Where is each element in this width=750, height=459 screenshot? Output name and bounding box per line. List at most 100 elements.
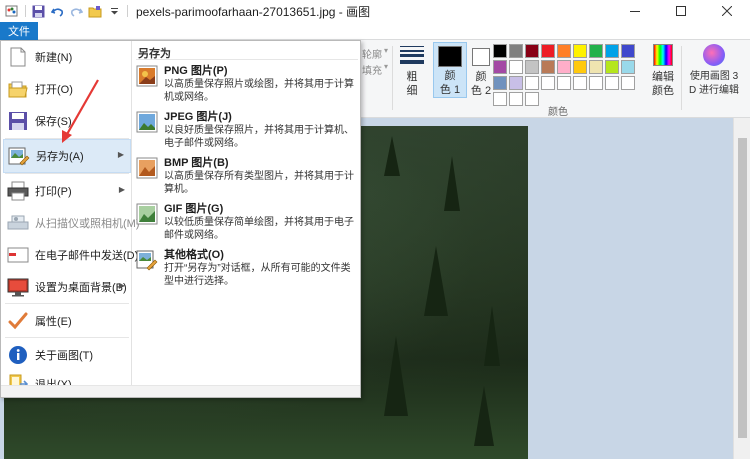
qat-separator — [25, 5, 26, 17]
save-as-jpeg-option[interactable]: JPEG 图片(J) 以良好质量保存照片，并将其用于计算机、电子邮件或网络。 — [134, 109, 356, 152]
printer-icon — [7, 180, 29, 202]
palette-swatch[interactable] — [541, 76, 555, 90]
palette-swatch[interactable] — [621, 60, 635, 74]
paint3d-button[interactable]: 使用画图 3 D 进行编辑 — [684, 44, 744, 98]
tree-shape — [424, 246, 448, 316]
undo-icon[interactable] — [49, 3, 65, 19]
fill-dropdown-icon[interactable]: ▾ — [384, 62, 388, 71]
palette-swatch[interactable] — [589, 44, 603, 58]
menu-item-properties[interactable]: 属性(E) — [3, 305, 131, 337]
palette-swatch[interactable] — [525, 76, 539, 90]
save-as-other-formats-option[interactable]: 其他格式(O) 打开“另存为”对话框，从所有可能的文件类型中进行选择。 — [134, 247, 356, 290]
open-folder-icon — [7, 78, 29, 100]
menu-item-save[interactable]: 保存(S) — [3, 105, 131, 137]
palette-swatch[interactable] — [573, 44, 587, 58]
option-description: 以较低质量保存简单绘图，并将其用于电子邮件或网络。 — [164, 217, 354, 241]
desktop-background-icon — [7, 276, 29, 298]
tree-shape — [484, 306, 500, 366]
fill-label[interactable]: 填充 — [362, 62, 382, 77]
option-description: 以高质量保存所有类型图片，并将其用于计算机。 — [164, 171, 354, 195]
redo-icon[interactable] — [68, 3, 84, 19]
menu-item-print[interactable]: 打印(P) ▶ — [3, 175, 131, 207]
palette-swatch[interactable] — [589, 76, 603, 90]
palette-swatch[interactable] — [557, 44, 571, 58]
rainbow-palette-icon — [653, 44, 673, 66]
palette-swatch[interactable] — [621, 76, 635, 90]
save-as-gif-option[interactable]: GIF 图片(G) 以较低质量保存简单绘图，并将其用于电子邮件或网络。 — [134, 201, 356, 244]
menu-item-send-email[interactable]: 在电子邮件中发送(D) — [3, 239, 138, 271]
header-separator — [136, 59, 358, 60]
palette-swatch[interactable] — [541, 60, 555, 74]
gif-file-icon — [136, 203, 158, 225]
chevron-down-icon[interactable] — [106, 3, 122, 19]
tree-shape — [384, 336, 408, 416]
option-description: 以高质量保存照片或绘图，并将其用于计算机或网络。 — [164, 79, 354, 103]
palette-swatch[interactable] — [541, 44, 555, 58]
palette-swatch[interactable] — [557, 76, 571, 90]
palette-swatch[interactable] — [525, 92, 539, 106]
outline-label[interactable]: 轮廓 — [362, 46, 382, 61]
qat-separator — [127, 5, 128, 17]
palette-swatch[interactable] — [605, 76, 619, 90]
outline-dropdown-icon[interactable]: ▾ — [384, 46, 388, 55]
save-icon[interactable] — [30, 3, 46, 19]
palette-swatch[interactable] — [493, 44, 507, 58]
quick-access-toolbar — [0, 0, 132, 22]
menu-item-set-desktop-background[interactable]: 设置为桌面背景(B) ▶ — [3, 271, 131, 303]
color1-button[interactable]: 颜 色 1 — [433, 42, 467, 98]
menu-item-label: 设置为桌面背景(B) — [35, 282, 127, 294]
paint3d-label: 使用画图 3 D 进行编辑 — [689, 71, 739, 96]
palette-swatch[interactable] — [509, 44, 523, 58]
maximize-button[interactable] — [658, 0, 704, 22]
vertical-scrollbar[interactable] — [733, 118, 750, 459]
palette-swatch[interactable] — [605, 44, 619, 58]
color2-label: 颜 色 2 — [470, 71, 492, 97]
palette-swatch[interactable] — [509, 60, 523, 74]
palette-swatch[interactable] — [557, 60, 571, 74]
save-as-png-option[interactable]: PNG 图片(P) 以高质量保存照片或绘图，并将其用于计算机或网络。 — [134, 63, 356, 106]
palette-swatch[interactable] — [509, 92, 523, 106]
menu-item-save-as[interactable]: 另存为(A) ▶ — [3, 139, 131, 173]
paint-app-icon[interactable] — [4, 3, 20, 19]
thickness-icon — [400, 44, 424, 66]
menu-item-about[interactable]: 关于画图(T) — [3, 339, 131, 371]
palette-swatch[interactable] — [493, 92, 507, 106]
png-file-icon — [136, 65, 158, 87]
edit-colors-label: 编辑 颜色 — [652, 71, 674, 97]
palette-swatch[interactable] — [621, 44, 635, 58]
palette-swatch[interactable] — [589, 60, 603, 74]
palette-swatch[interactable] — [573, 76, 587, 90]
jpeg-file-icon — [136, 111, 158, 133]
palette-swatch[interactable] — [493, 60, 507, 74]
palette-swatch[interactable] — [605, 60, 619, 74]
palette-swatch[interactable] — [509, 76, 523, 90]
close-button[interactable] — [704, 0, 750, 22]
scrollbar-thumb[interactable] — [738, 138, 747, 438]
palette-swatch[interactable] — [493, 76, 507, 90]
palette-swatch[interactable] — [525, 60, 539, 74]
minimize-button[interactable] — [612, 0, 658, 22]
file-tab[interactable]: 文件 — [0, 22, 38, 40]
option-title: JPEG 图片(J) — [164, 111, 232, 123]
thickness-button[interactable]: 粗 细 — [398, 44, 426, 98]
ribbon-tab-row: 文件 — [0, 22, 750, 40]
option-title: GIF 图片(G) — [164, 203, 224, 215]
save-as-bmp-option[interactable]: BMP 图片(B) 以高质量保存所有类型图片，并将其用于计算机。 — [134, 155, 356, 198]
window-controls — [612, 0, 750, 22]
option-title: PNG 图片(P) — [164, 65, 228, 77]
other-format-icon — [136, 249, 158, 271]
palette-swatch[interactable] — [525, 44, 539, 58]
menu-item-label: 在电子邮件中发送(D) — [35, 250, 139, 262]
save-as-icon — [8, 145, 30, 167]
customize-folder-icon[interactable] — [87, 3, 103, 19]
tree-shape — [384, 136, 400, 176]
palette-swatch[interactable] — [573, 60, 587, 74]
edit-colors-button[interactable]: 编辑 颜色 — [648, 44, 678, 98]
color1-swatch — [438, 46, 462, 67]
menu-separator — [5, 303, 129, 304]
option-title: 其他格式(O) — [164, 249, 224, 261]
menu-item-from-scanner[interactable]: 从扫描仪或照相机(M) — [3, 207, 140, 239]
color2-swatch — [472, 48, 490, 66]
menu-item-open[interactable]: 打开(O) — [3, 73, 131, 105]
menu-item-new[interactable]: 新建(N) — [3, 41, 131, 73]
